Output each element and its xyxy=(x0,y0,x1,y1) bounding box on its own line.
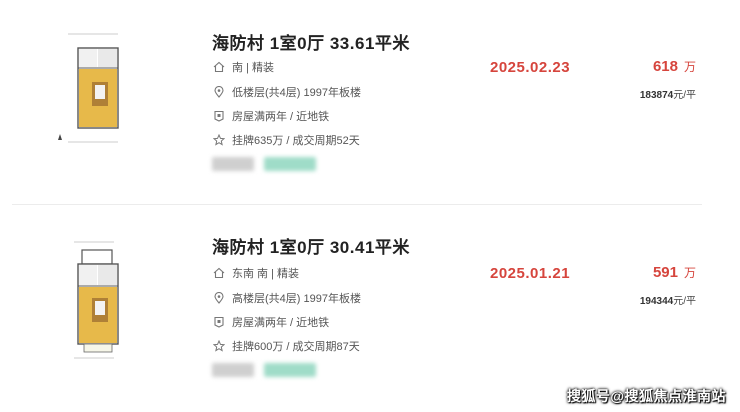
deal-date: 2025.02.23 xyxy=(490,59,571,76)
listing-info-text: 挂牌600万 / 成交周期87天 xyxy=(232,341,360,353)
orientation-row: 南 | 精装 xyxy=(212,59,274,75)
house-icon xyxy=(212,60,226,74)
blurred-tag xyxy=(264,157,316,171)
tag-icon xyxy=(212,109,226,123)
listing-card-1[interactable]: 海防村 1室0厅 33.61平米 南 | 精装 低楼层(共4层) 1997年板楼… xyxy=(0,0,740,200)
total-price-unit: 万 xyxy=(683,60,696,74)
orientation-text: 南 | 精装 xyxy=(232,62,274,74)
listing-info-text: 挂牌635万 / 成交周期52天 xyxy=(232,135,360,147)
star-icon xyxy=(212,133,226,147)
features-row: 房屋满两年 / 近地铁 xyxy=(212,314,329,330)
listing-info-row: 挂牌635万 / 成交周期52天 xyxy=(212,132,360,148)
tag-group xyxy=(212,363,316,377)
features-text: 房屋满两年 / 近地铁 xyxy=(232,317,330,329)
orientation-text: 东南 南 | 精装 xyxy=(232,268,300,280)
listing-title[interactable]: 海防村 1室0厅 33.61平米 xyxy=(212,29,410,54)
unit-price-value: 194344 xyxy=(639,296,674,307)
total-price-value: 618 xyxy=(652,58,678,75)
location-pin-icon xyxy=(212,85,226,99)
floor-text: 低楼层(共4层) 1997年板楼 xyxy=(232,87,361,99)
listing-divider xyxy=(12,204,702,205)
deal-date: 2025.01.21 xyxy=(490,265,571,282)
unit-price-value: 183874 xyxy=(639,90,674,101)
orientation-row: 东南 南 | 精装 xyxy=(212,265,299,281)
unit-price-suffix: 元/平 xyxy=(673,296,696,307)
floor-plan-image[interactable] xyxy=(48,240,138,360)
house-icon xyxy=(212,266,226,280)
total-price: 618 万 xyxy=(653,58,696,75)
blurred-tag xyxy=(212,363,254,377)
floor-plan-image[interactable] xyxy=(48,30,138,150)
floor-text: 高楼层(共4层) 1997年板楼 xyxy=(232,293,361,305)
total-price-unit: 万 xyxy=(683,266,696,280)
floor-row: 高楼层(共4层) 1997年板楼 xyxy=(212,290,361,306)
listing-info-row: 挂牌600万 / 成交周期87天 xyxy=(212,338,360,354)
total-price-value: 591 xyxy=(652,264,678,281)
star-icon xyxy=(212,339,226,353)
unit-price-suffix: 元/平 xyxy=(673,90,696,101)
location-pin-icon xyxy=(212,291,226,305)
features-text: 房屋满两年 / 近地铁 xyxy=(232,111,330,123)
unit-price: 194344元/平 xyxy=(640,292,696,307)
unit-price: 183874元/平 xyxy=(640,86,696,101)
blurred-tag xyxy=(212,157,254,171)
listing-card-2[interactable]: 海防村 1室0厅 30.41平米 东南 南 | 精装 高楼层(共4层) 1997… xyxy=(0,206,740,406)
tag-group xyxy=(212,157,316,171)
tag-icon xyxy=(212,315,226,329)
watermark: 搜狐号@搜狐焦点淮南站 xyxy=(566,388,726,404)
features-row: 房屋满两年 / 近地铁 xyxy=(212,108,329,124)
blurred-tag xyxy=(264,363,316,377)
listing-title[interactable]: 海防村 1室0厅 30.41平米 xyxy=(212,233,410,258)
total-price: 591 万 xyxy=(653,264,696,281)
floor-row: 低楼层(共4层) 1997年板楼 xyxy=(212,84,361,100)
